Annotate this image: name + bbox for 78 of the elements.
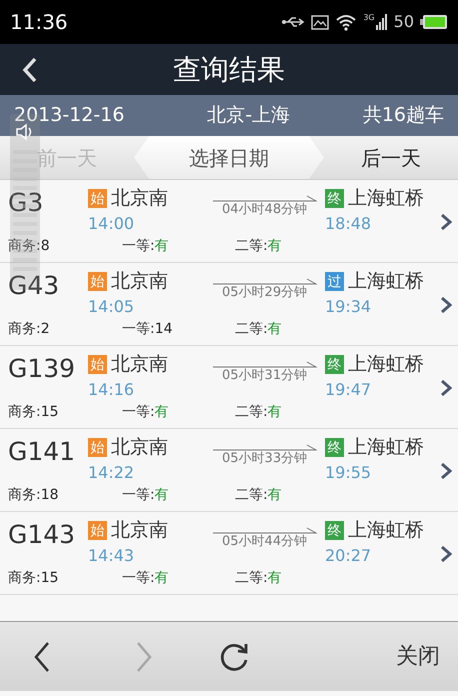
duration-text: 05小时44分钟 [222, 535, 308, 548]
seat-availability: 二等:有 [235, 571, 282, 585]
forward-icon [135, 640, 153, 672]
chevron-icon [440, 462, 452, 480]
departure-time: 14:16 [88, 382, 134, 398]
usb-icon [281, 16, 306, 28]
arrival-time: 18:48 [325, 216, 372, 232]
seat-availability: 一等:14 [122, 322, 173, 336]
route-text: 北京-上海 [207, 103, 290, 128]
chevron-icon [440, 379, 452, 397]
day-nav-button[interactable]: 后一天 [324, 136, 458, 179]
station-tag: 过 [325, 272, 344, 291]
duration-text: 05小时31分钟 [222, 369, 308, 382]
seat-availability: 商务:8 [8, 239, 50, 253]
back-icon [33, 640, 51, 672]
page-title: 查询结果 [173, 52, 285, 88]
chevron-icon [440, 545, 452, 563]
seat-availability: 二等:有 [235, 239, 282, 253]
clock-text: 11:36 [10, 9, 68, 36]
departure-time: 14:00 [88, 216, 134, 232]
chevron-icon [440, 213, 452, 231]
train-number: G43 [8, 273, 60, 298]
station-name: 上海虹桥 [348, 355, 424, 374]
seat-availability: 二等:有 [235, 322, 282, 336]
station-tag: 始 [88, 355, 107, 374]
seat-availability: 商务:2 [8, 322, 50, 336]
seat-availability: 二等:有 [235, 405, 282, 419]
close-button[interactable]: 关闭 [396, 640, 440, 673]
seat-availability: 一等:有 [122, 239, 169, 253]
date-text: 2013-12-16 [14, 103, 124, 128]
train-number: G143 [8, 522, 76, 547]
station-tag: 终 [325, 189, 344, 208]
duration-text: 05小时29分钟 [222, 286, 308, 299]
station-tag: 始 [88, 189, 107, 208]
wifi-icon [335, 13, 358, 31]
station-tag: 终 [325, 355, 344, 374]
station-name: 上海虹桥 [348, 272, 424, 291]
station-name: 北京南 [111, 272, 168, 291]
image-icon [311, 14, 330, 30]
seat-availability: 商务:15 [8, 571, 59, 585]
battery-percent: 50 [394, 11, 414, 33]
seat-availability: 一等:有 [122, 405, 169, 419]
station-name: 北京南 [111, 355, 168, 374]
train-number: G139 [8, 356, 76, 381]
station-name: 北京南 [111, 189, 168, 208]
station-name: 上海虹桥 [348, 189, 424, 208]
station-tag: 终 [325, 438, 344, 457]
station-name: 北京南 [111, 438, 168, 457]
departure-time: 14:22 [88, 465, 134, 481]
signal-icon [376, 14, 388, 30]
train-count: 共16趟车 [362, 103, 444, 128]
train-number: G3 [8, 190, 44, 215]
station-name: 上海虹桥 [348, 438, 424, 457]
station-name: 北京南 [111, 521, 168, 540]
battery-icon [420, 14, 448, 30]
departure-time: 14:43 [88, 548, 134, 564]
duration-text: 04小时48分钟 [222, 203, 308, 216]
date-picker-tab[interactable]: 选择日期 [134, 136, 324, 179]
duration-text: 05小时33分钟 [222, 452, 308, 465]
station-tag: 始 [88, 438, 107, 457]
back-icon [22, 57, 38, 83]
network-text: 3G [363, 14, 375, 22]
station-tag: 始 [88, 272, 107, 291]
seat-availability: 一等:有 [122, 488, 169, 502]
arrival-time: 19:34 [325, 299, 372, 315]
arrival-time: 19:55 [325, 465, 372, 481]
seat-availability: 商务:15 [8, 405, 59, 419]
departure-time: 14:05 [88, 299, 134, 315]
station-tag: 终 [325, 521, 344, 540]
arrival-time: 19:47 [325, 382, 372, 398]
train-number: G141 [8, 439, 76, 464]
station-name: 上海虹桥 [348, 521, 424, 540]
arrival-time: 20:27 [325, 548, 372, 564]
seat-availability: 二等:有 [235, 488, 282, 502]
seat-availability: 一等:有 [122, 571, 169, 585]
chevron-icon [440, 296, 452, 314]
seat-availability: 商务:18 [8, 488, 59, 502]
station-tag: 始 [88, 521, 107, 540]
